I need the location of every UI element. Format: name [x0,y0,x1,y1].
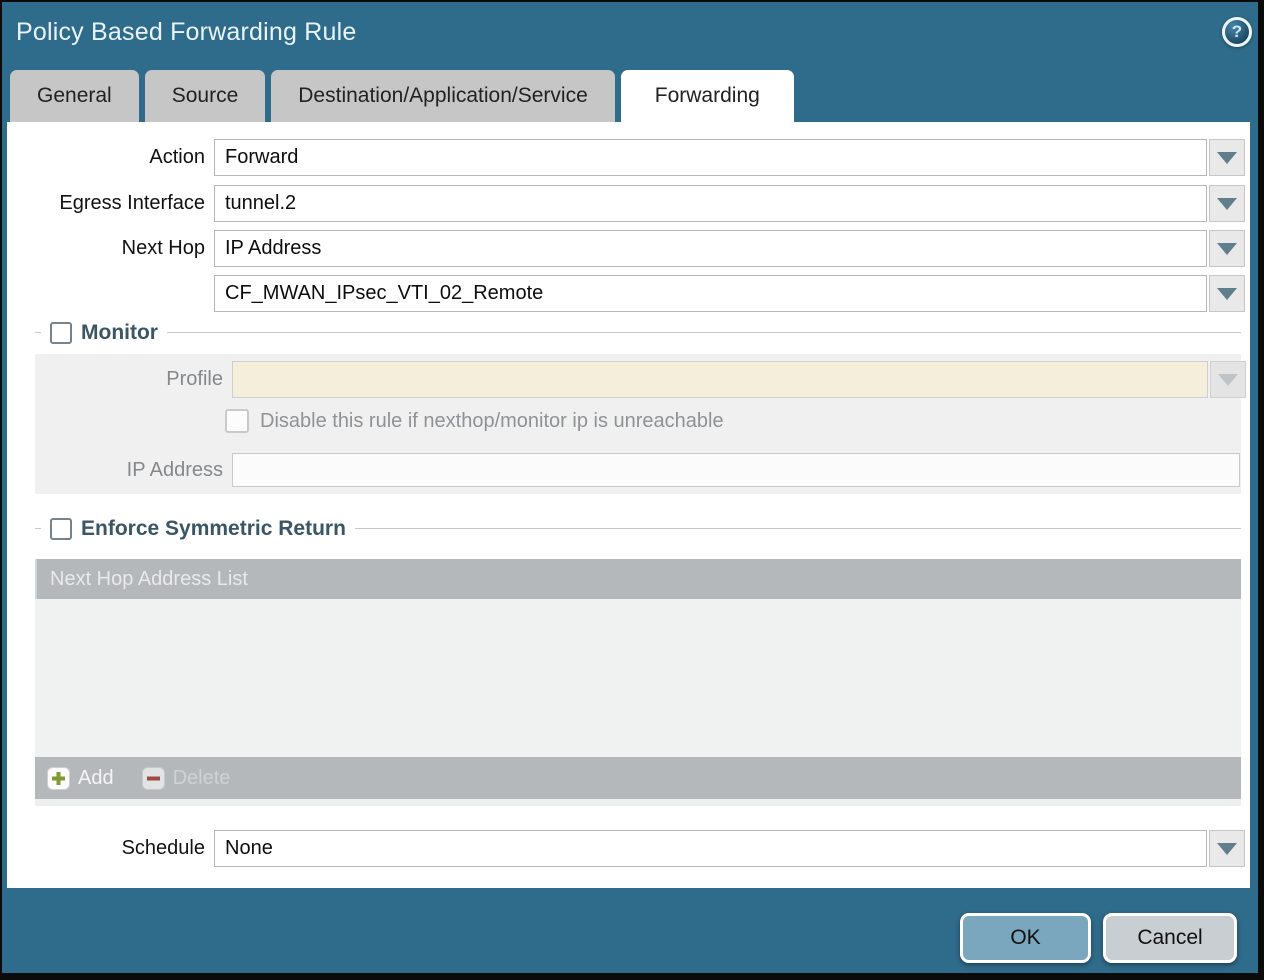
monitor-ip-address-label: IP Address [35,459,232,482]
egress-interface-dropdown-button[interactable] [1209,185,1245,222]
next-hop-address-row: CF_MWAN_IPsec_VTI_02_Remote [7,275,1245,312]
disable-rule-label: Disable this rule if nexthop/monitor ip … [260,410,724,433]
next-hop-address-list-body[interactable] [35,599,1241,757]
disable-rule-checkbox [225,409,249,433]
next-hop-address-dropdown-button[interactable] [1209,275,1245,312]
disable-rule-row: Disable this rule if nexthop/monitor ip … [225,409,724,433]
tab-source[interactable]: Source [145,70,266,122]
chevron-down-icon [1217,243,1237,255]
monitor-section-rule [35,332,1241,333]
next-hop-dropdown-button[interactable] [1209,230,1245,267]
schedule-row: Schedule None [7,830,1245,867]
egress-interface-select[interactable]: tunnel.2 [214,185,1207,222]
monitor-ip-address-row: IP Address [35,453,1240,487]
delete-button: Delete [142,767,231,790]
next-hop-type-select[interactable]: IP Address [214,230,1207,267]
next-hop-address-list-header: Next Hop Address List [35,559,1241,599]
schedule-label: Schedule [7,837,214,860]
help-icon[interactable]: ? [1222,17,1252,47]
egress-interface-row: Egress Interface tunnel.2 [7,185,1245,222]
profile-row: Profile [35,361,1246,398]
add-button-label: Add [78,767,114,790]
schedule-dropdown-button[interactable] [1209,830,1245,867]
pbf-rule-dialog: Policy Based Forwarding Rule ? General S… [2,2,1258,973]
delete-minus-icon [142,767,165,790]
schedule-select[interactable]: None [214,830,1207,867]
egress-interface-label: Egress Interface [7,192,214,215]
action-label: Action [7,146,214,169]
monitor-ip-address-input [232,453,1240,487]
next-hop-address-table: Next Hop Address List Add Dele [35,559,1241,806]
symmetric-return-legend: Enforce Symmetric Return [41,515,355,543]
action-dropdown-button[interactable] [1209,139,1245,176]
delete-button-label: Delete [173,767,231,790]
chevron-down-icon [1217,152,1237,164]
symmetric-return-section-header: Enforce Symmetric Return [35,515,1241,543]
next-hop-label: Next Hop [7,237,214,260]
monitor-legend: Monitor [41,319,167,347]
chevron-down-icon [1217,843,1237,855]
ok-button[interactable]: OK [960,913,1091,963]
profile-dropdown-button [1210,361,1246,398]
profile-label: Profile [35,368,232,391]
symmetric-return-legend-label: Enforce Symmetric Return [81,517,346,541]
tab-bar: General Source Destination/Application/S… [10,70,794,122]
tab-destination-application-service[interactable]: Destination/Application/Service [271,70,615,122]
profile-select [232,361,1208,398]
action-row: Action Forward [7,139,1245,176]
monitor-checkbox[interactable] [50,322,72,344]
action-select[interactable]: Forward [214,139,1207,176]
monitor-panel: Profile Disable this rule if nexthop/mon… [35,354,1241,494]
add-button[interactable]: Add [47,767,114,790]
dialog-title: Policy Based Forwarding Rule [16,18,356,47]
monitor-legend-label: Monitor [81,321,158,345]
enforce-symmetric-return-checkbox[interactable] [50,518,72,540]
next-hop-row: Next Hop IP Address [7,230,1245,267]
table-bottom-strip [35,799,1241,806]
tab-forwarding[interactable]: Forwarding [621,70,794,122]
monitor-section-header: Monitor [35,319,1241,347]
tab-content-panel: Action Forward Egress Interface tunnel.2… [7,122,1250,888]
add-plus-icon [47,767,70,790]
next-hop-address-select[interactable]: CF_MWAN_IPsec_VTI_02_Remote [214,275,1207,312]
tab-general[interactable]: General [10,70,139,122]
chevron-down-icon [1217,198,1237,210]
chevron-down-icon [1217,288,1237,300]
table-toolbar: Add Delete [35,757,1241,799]
chevron-down-icon [1218,374,1238,386]
help-glyph: ? [1232,22,1242,42]
cancel-button[interactable]: Cancel [1103,913,1237,963]
